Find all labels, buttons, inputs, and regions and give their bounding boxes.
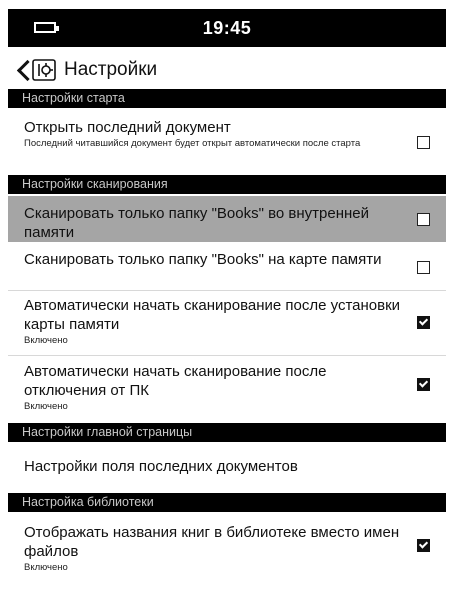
setting-recent-documents-field[interactable]: Настройки поля последних документов bbox=[8, 457, 446, 487]
setting-open-last-document[interactable]: Открыть последний документ Последний чит… bbox=[8, 118, 446, 170]
setting-scan-internal-books[interactable]: Сканировать только папку "Books" во внут… bbox=[8, 196, 446, 242]
checkbox[interactable] bbox=[417, 316, 430, 329]
title-bar: Настройки bbox=[8, 52, 446, 88]
setting-label: Сканировать только папку "Books" во внут… bbox=[24, 205, 369, 241]
setting-scan-sdcard-books[interactable]: Сканировать только папку "Books" на карт… bbox=[8, 250, 446, 286]
settings-icon bbox=[32, 59, 56, 81]
checkbox[interactable] bbox=[417, 136, 430, 149]
chevron-left-icon[interactable] bbox=[16, 56, 30, 84]
setting-description: Включено bbox=[24, 401, 68, 412]
setting-label: Автоматически начать сканирование после … bbox=[24, 297, 401, 333]
status-bar: 19:45 bbox=[8, 9, 446, 47]
setting-description: Включено bbox=[24, 335, 68, 346]
divider bbox=[8, 355, 446, 356]
setting-description: Последний читавшийся документ будет откр… bbox=[24, 138, 361, 149]
clock: 19:45 bbox=[202, 18, 252, 38]
setting-label: Настройки поля последних документов bbox=[24, 458, 298, 475]
setting-autoscan-pc[interactable]: Автоматически начать сканирование после … bbox=[8, 362, 446, 418]
checkbox[interactable] bbox=[417, 539, 430, 552]
section-header-scanning: Настройки сканирования bbox=[8, 175, 446, 194]
divider bbox=[8, 290, 446, 291]
page-title: Настройки bbox=[64, 59, 158, 80]
setting-description: Включено bbox=[24, 562, 68, 573]
checkbox[interactable] bbox=[417, 378, 430, 391]
section-header-home: Настройки главной страницы bbox=[8, 423, 446, 442]
setting-label: Автоматически начать сканирование после … bbox=[24, 363, 327, 399]
section-header-library: Настройка библиотеки bbox=[8, 493, 446, 512]
setting-label: Сканировать только папку "Books" на карт… bbox=[24, 251, 382, 268]
checkbox[interactable] bbox=[417, 213, 430, 226]
setting-autoscan-sdcard[interactable]: Автоматически начать сканирование после … bbox=[8, 296, 446, 354]
checkbox[interactable] bbox=[417, 261, 430, 274]
setting-book-titles[interactable]: Отображать названия книг в библиотеке вм… bbox=[8, 523, 446, 579]
setting-label: Открыть последний документ bbox=[24, 119, 231, 136]
section-header-start: Настройки старта bbox=[8, 89, 446, 108]
setting-label: Отображать названия книг в библиотеке вм… bbox=[24, 524, 400, 560]
